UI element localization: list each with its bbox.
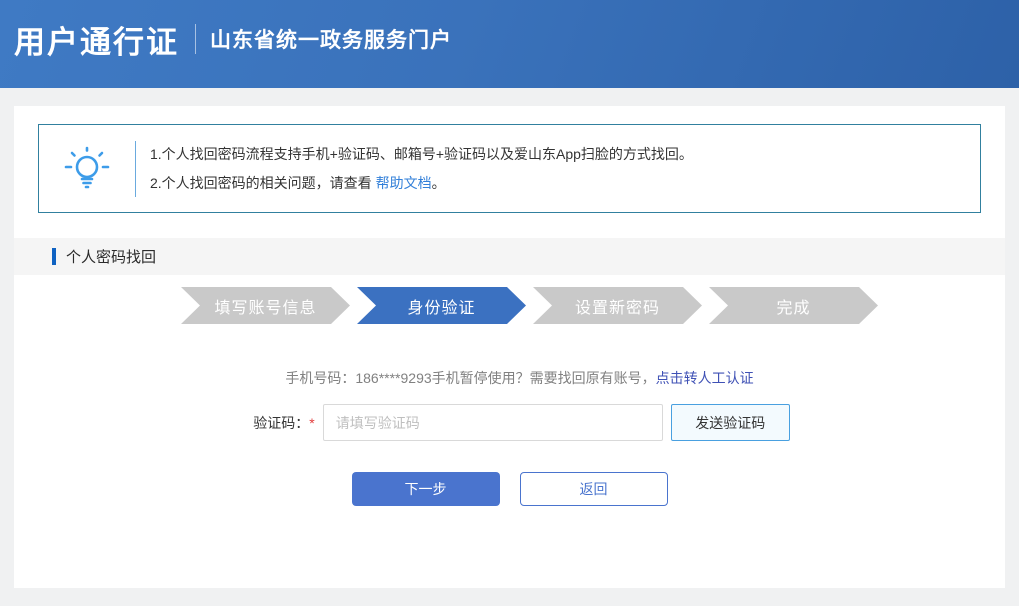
step-wizard: 填写账号信息 身份验证 设置新密码 完成 <box>34 287 1005 324</box>
captcha-form-row: 验证码：* 发送验证码 <box>26 404 1005 441</box>
header-divider <box>195 24 196 54</box>
main-content-card: 1.个人找回密码流程支持手机+验证码、邮箱号+验证码以及爱山东App扫脸的方式找… <box>14 106 1005 588</box>
notice-line-1: 1.个人找回密码流程支持手机+验证码、邮箱号+验证码以及爱山东App扫脸的方式找… <box>150 140 693 169</box>
step-fill-account-info: 填写账号信息 <box>181 287 350 324</box>
help-doc-link[interactable]: 帮助文档 <box>376 175 432 191</box>
page-header: 用户通行证 山东省统一政务服务门户 <box>0 0 1019 88</box>
send-code-button[interactable]: 发送验证码 <box>671 404 790 441</box>
site-subtitle: 山东省统一政务服务门户 <box>210 24 452 54</box>
captcha-label: 验证码：* <box>253 413 314 433</box>
section-header: 个人密码找回 <box>14 238 1005 275</box>
back-button[interactable]: 返回 <box>520 472 668 506</box>
step-complete: 完成 <box>709 287 878 324</box>
step-identity-verification: 身份验证 <box>357 287 526 324</box>
site-title: 用户通行证 <box>14 17 179 62</box>
section-accent-bar <box>52 248 56 265</box>
notice-line-2: 2.个人找回密码的相关问题，请查看 帮助文档。 <box>150 169 693 198</box>
captcha-input[interactable] <box>323 404 663 441</box>
required-asterisk: * <box>309 415 314 431</box>
notice-text: 1.个人找回密码流程支持手机+验证码、邮箱号+验证码以及爱山东App扫脸的方式找… <box>136 140 693 198</box>
manual-verification-link[interactable]: 点击转人工认证 <box>656 370 754 386</box>
notice-box: 1.个人找回密码流程支持手机+验证码、邮箱号+验证码以及爱山东App扫脸的方式找… <box>38 124 981 213</box>
lightbulb-icon <box>39 143 135 195</box>
step-set-new-password: 设置新密码 <box>533 287 702 324</box>
next-step-button[interactable]: 下一步 <box>352 472 500 506</box>
phone-notice-text: 手机号码：186****9293手机暂停使用？需要找回原有账号， <box>285 370 655 386</box>
page-title: 个人密码找回 <box>66 246 156 267</box>
phone-notice: 手机号码：186****9293手机暂停使用？需要找回原有账号，点击转人工认证 <box>24 368 1005 388</box>
action-buttons: 下一步 返回 <box>14 472 1005 506</box>
